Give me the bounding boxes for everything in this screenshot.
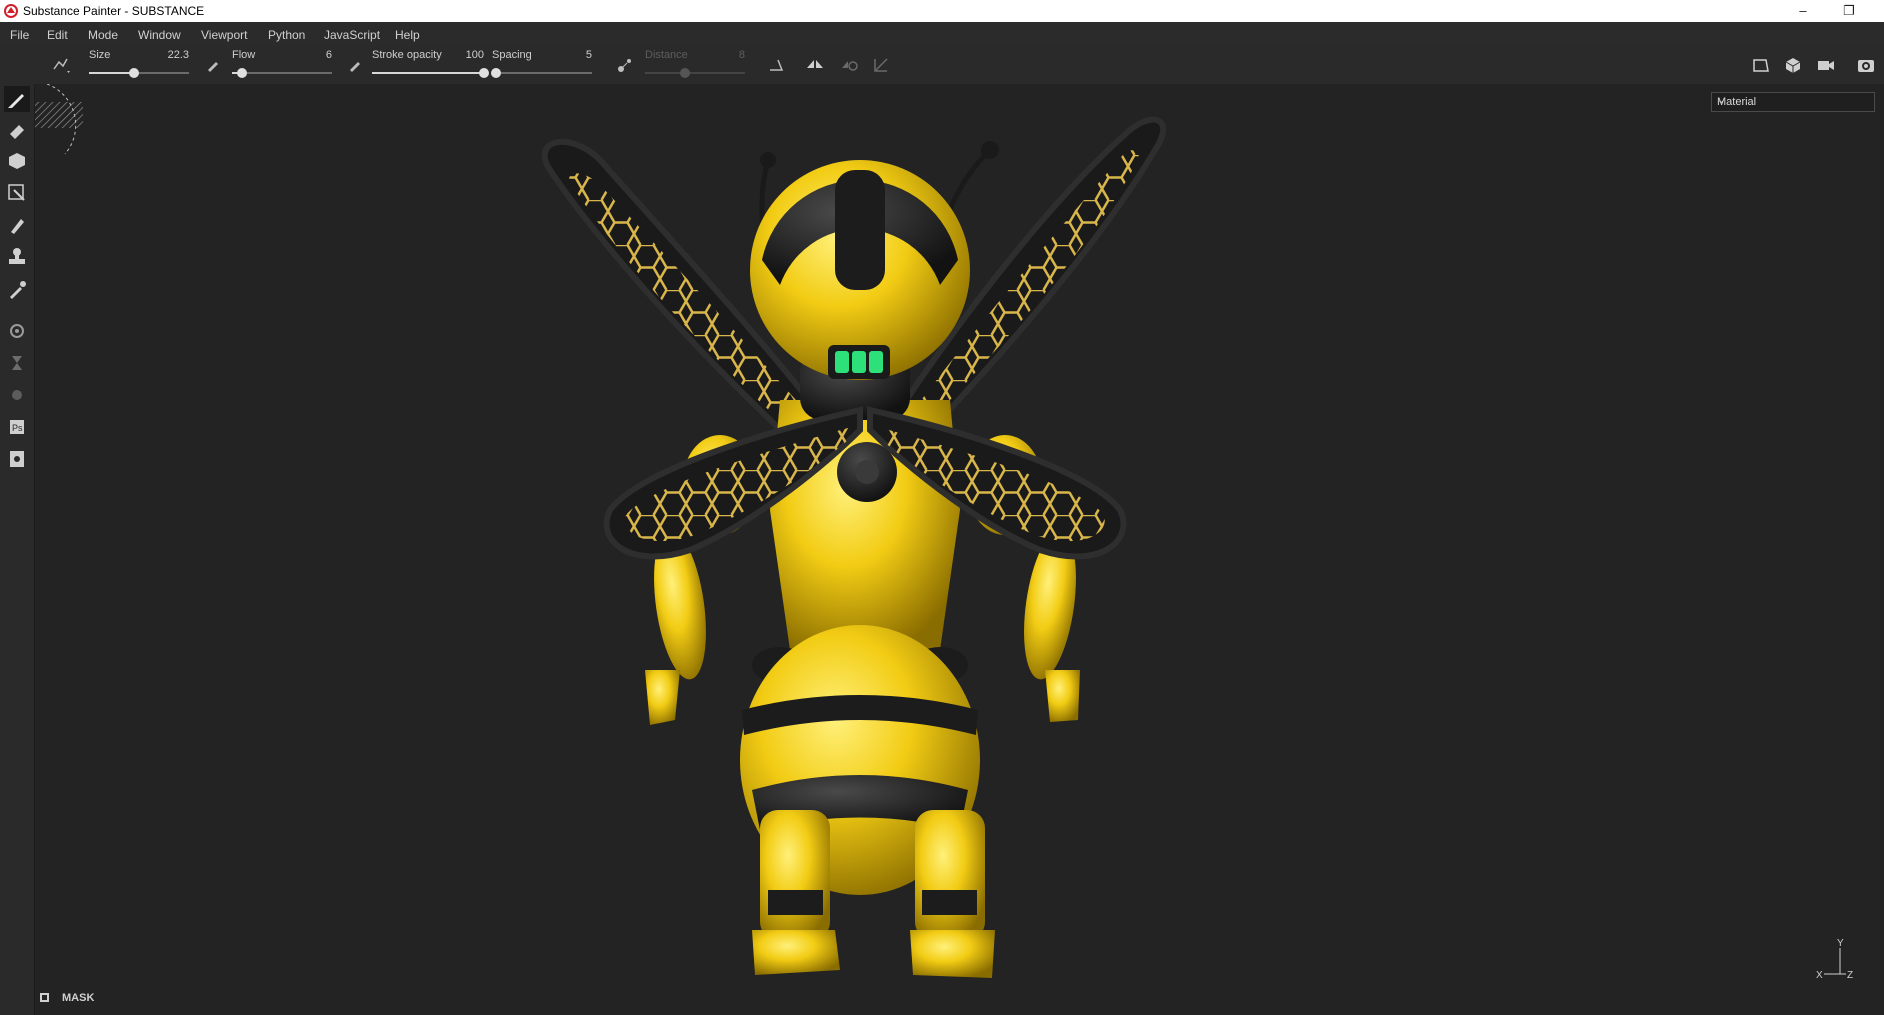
alignment-icon[interactable]	[766, 54, 788, 76]
bee-robot-model[interactable]	[530, 110, 1190, 1000]
projection-icon[interactable]	[4, 148, 30, 174]
axis-z-label: Z	[1847, 970, 1853, 981]
distance-slider[interactable]: Distance 8	[645, 46, 745, 84]
menu-window[interactable]: Window	[138, 28, 181, 42]
flow-label: Flow	[232, 49, 256, 61]
spacing-slider[interactable]: Spacing 5	[491, 46, 592, 84]
menu-python[interactable]: Python	[268, 28, 305, 42]
size-value[interactable]: 22.3	[168, 49, 189, 61]
menu-edit[interactable]: Edit	[47, 28, 68, 42]
chevron-down-icon: ⌄	[1717, 95, 1726, 106]
bake-icon[interactable]	[4, 318, 30, 344]
flow-slider[interactable]: Flow 6	[232, 46, 332, 84]
screenshot-camera-icon[interactable]	[1855, 54, 1877, 76]
tool-options-bar: Size 22.3 Flow 6 Stroke opacity 100 Spac…	[0, 46, 1884, 85]
polygon-fill-icon[interactable]	[4, 180, 30, 206]
menu-viewport[interactable]: Viewport	[201, 28, 247, 42]
camera-icon[interactable]	[1815, 54, 1837, 76]
pen-pressure-size-icon[interactable]	[202, 54, 224, 76]
symmetry-settings-icon[interactable]	[838, 54, 860, 76]
eraser-icon[interactable]	[4, 116, 30, 142]
distance-value[interactable]: 8	[739, 49, 745, 61]
paint-brush-icon[interactable]	[4, 86, 30, 112]
axis-y-label: Y	[1837, 938, 1844, 949]
left-toolbar: Ps	[0, 84, 35, 1015]
screenshot-icon[interactable]	[4, 446, 30, 472]
restore-button[interactable]: ❐	[1826, 0, 1872, 22]
mask-checkbox[interactable]	[40, 993, 49, 1002]
size-slider[interactable]: Size 22.3	[89, 46, 189, 84]
size-label: Size	[89, 49, 111, 61]
channel-select[interactable]: Material ⌄	[1711, 92, 1875, 112]
axis-gizmo: Y X Z	[1816, 938, 1853, 981]
title-bar: Substance Painter - SUBSTANCE – ❐	[0, 0, 1884, 22]
transform-icon[interactable]	[870, 54, 892, 76]
stroke-opacity-slider[interactable]: Stroke opacity 100	[372, 46, 489, 84]
spacing-label: Spacing	[492, 49, 532, 61]
clone-stamp-icon[interactable]	[4, 244, 30, 270]
lazy-mouse-icon[interactable]	[614, 54, 636, 76]
svg-text:Ps: Ps	[12, 423, 23, 433]
substance-logo-icon	[4, 4, 18, 18]
flow-value[interactable]: 6	[326, 49, 332, 61]
iray-icon[interactable]	[4, 350, 30, 376]
mask-label: MASK	[62, 992, 95, 1004]
brush-preset-icon[interactable]	[50, 54, 72, 76]
symmetry-icon[interactable]	[804, 54, 826, 76]
color-picker-icon[interactable]	[4, 276, 30, 302]
brush-cursor-preview	[35, 84, 83, 155]
display-3d-icon[interactable]	[1782, 54, 1804, 76]
menu-help[interactable]: Help	[395, 28, 420, 42]
window-title: Substance Painter - SUBSTANCE	[23, 4, 205, 18]
stroke-opacity-label: Stroke opacity	[372, 49, 442, 61]
minimize-button[interactable]: –	[1780, 0, 1826, 22]
distance-label: Distance	[645, 49, 688, 61]
viewport-mode-icon[interactable]	[1750, 54, 1772, 76]
pen-pressure-flow-icon[interactable]	[344, 54, 366, 76]
photoshop-export-icon[interactable]: Ps	[4, 414, 30, 440]
stroke-opacity-value[interactable]: 100	[466, 49, 484, 61]
geometry-icon[interactable]	[4, 382, 30, 408]
smudge-icon[interactable]	[4, 212, 30, 238]
spacing-value[interactable]: 5	[586, 49, 592, 61]
axis-x-label: X	[1816, 970, 1823, 981]
menu-mode[interactable]: Mode	[88, 28, 118, 42]
menu-bar: File Edit Mode Window Viewport Python Ja…	[0, 22, 1884, 46]
menu-file[interactable]: File	[10, 28, 29, 42]
menu-javascript[interactable]: JavaScript	[324, 28, 380, 42]
